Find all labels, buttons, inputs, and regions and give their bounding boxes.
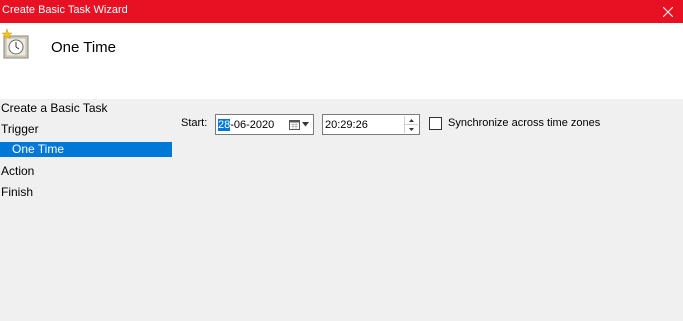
- sync-timezones-label[interactable]: Synchronize across time zones: [448, 117, 600, 129]
- title-bar: Create Basic Task Wizard: [0, 0, 683, 23]
- start-time-input[interactable]: 20:29:26: [322, 114, 420, 135]
- step-create-basic-task: Create a Basic Task: [1, 101, 108, 115]
- step-one-time: One Time: [0, 142, 172, 157]
- start-label: Start:: [181, 117, 208, 129]
- wizard-header: One Time: [0, 23, 683, 99]
- close-button[interactable]: [653, 0, 683, 23]
- calendar-icon[interactable]: [289, 119, 300, 130]
- spin-down-button[interactable]: [405, 125, 418, 133]
- date-rest: -06-2020: [230, 119, 275, 131]
- close-icon: [663, 6, 673, 17]
- step-finish: Finish: [1, 185, 34, 199]
- time-spinner[interactable]: [404, 116, 418, 133]
- arrow-down-icon: [409, 127, 414, 131]
- window-title: Create Basic Task Wizard: [2, 4, 128, 16]
- spin-up-button[interactable]: [405, 116, 418, 125]
- chevron-down-icon[interactable]: [302, 122, 309, 127]
- arrow-up-icon: [409, 118, 414, 122]
- start-date-picker[interactable]: 28-06-2020: [215, 114, 314, 135]
- step-action: Action: [1, 164, 35, 178]
- date-selected-part: 28: [218, 119, 231, 131]
- step-trigger: Trigger: [1, 122, 39, 136]
- wizard-steps: Create a Basic Task Trigger One Time Act…: [0, 100, 172, 205]
- page-title: One Time: [51, 39, 117, 56]
- scheduled-task-clock-icon: [1, 28, 29, 59]
- time-value[interactable]: 20:29:26: [325, 119, 368, 131]
- date-value[interactable]: 28-06-2020: [218, 119, 274, 131]
- sync-timezones-checkbox[interactable]: [429, 117, 442, 130]
